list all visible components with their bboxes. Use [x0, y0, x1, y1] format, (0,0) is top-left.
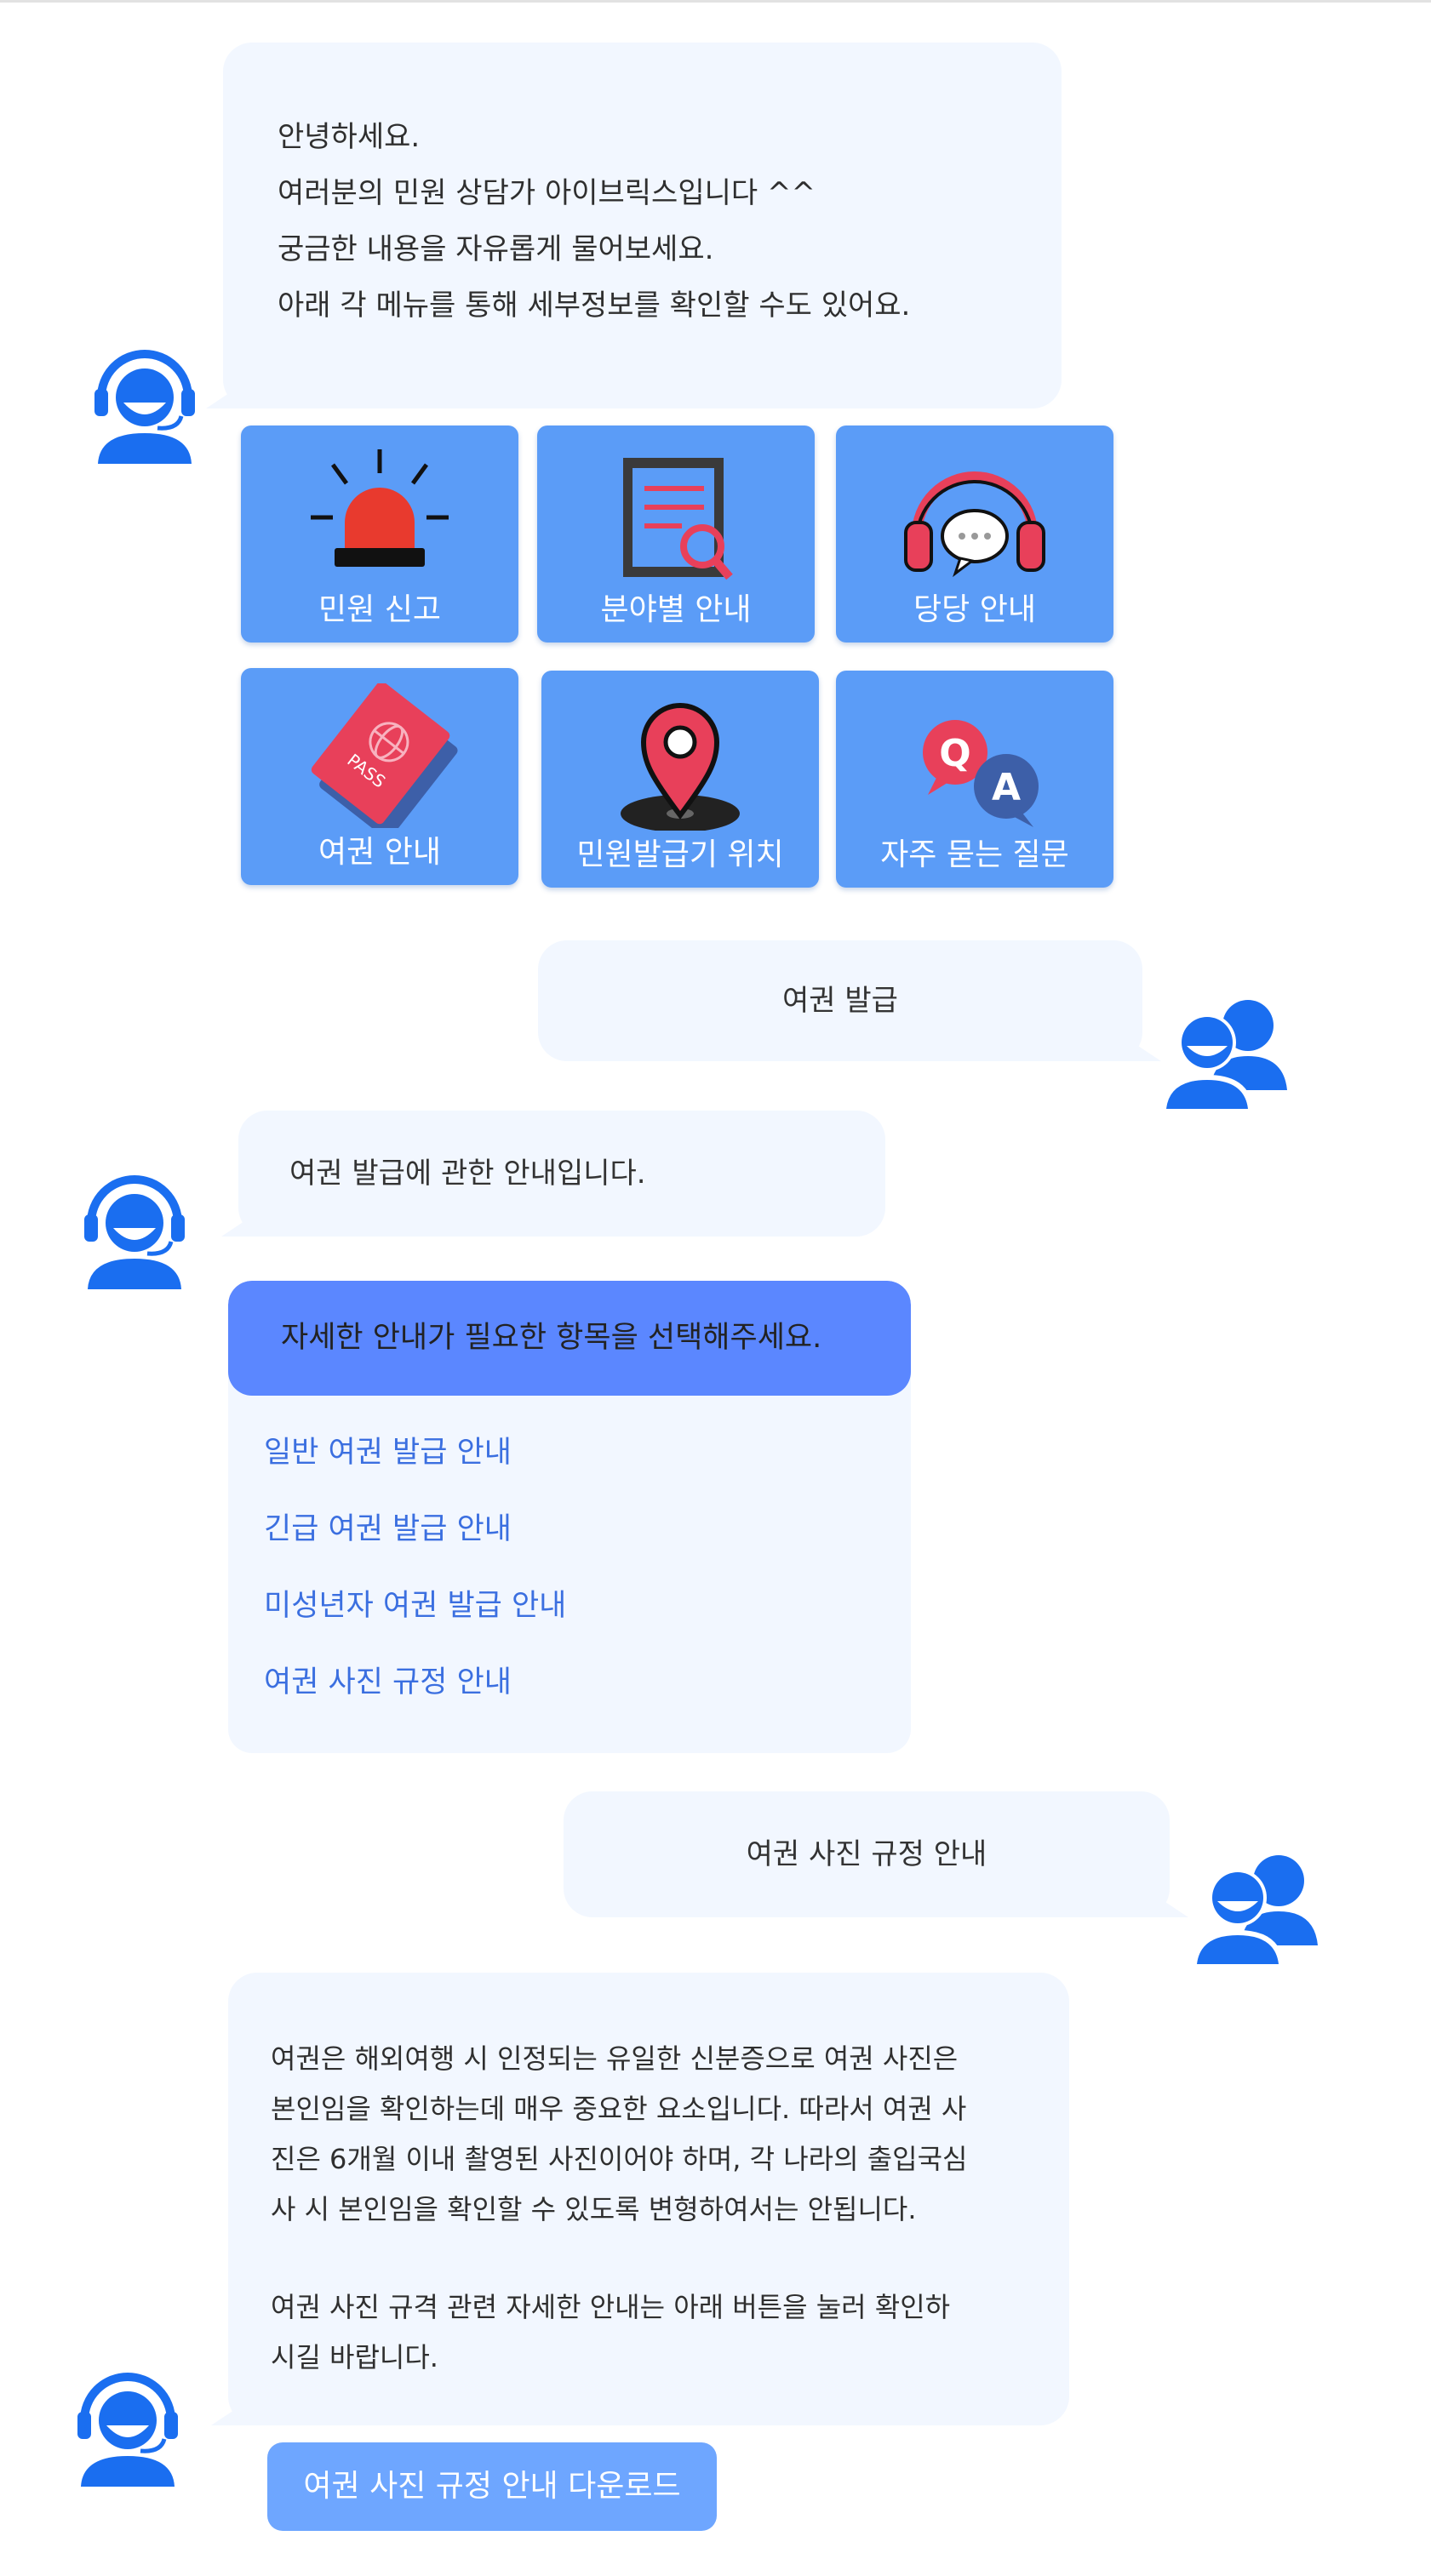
agent-avatar-icon	[84, 1175, 185, 1289]
option-minor-passport[interactable]: 미성년자 여권 발급 안내	[228, 1568, 911, 1644]
greeting-line: 안녕하세요.	[278, 120, 421, 154]
menu-tile-faq[interactable]: Q A 자주 묻는 질문	[836, 671, 1113, 888]
option-photo-rules[interactable]: 여권 사진 규정 안내	[228, 1644, 911, 1721]
document-search-icon	[623, 458, 733, 580]
qa-bubbles-icon: Q A	[923, 720, 1039, 827]
text-line: 본인임을 확인하는데 매우 중요한 요소입니다. 따라서 여권 사	[271, 2093, 967, 2125]
menu-tile-complaint[interactable]: 민원 신고	[241, 426, 518, 643]
greeting-line: 여러분의 민원 상담가 아이브릭스입니다 ^^	[278, 176, 816, 210]
text-line: 사 시 본인임을 확인할 수 있도록 변형하여서는 안됩니다.	[271, 2193, 917, 2225]
agent-avatar-icon	[77, 2373, 178, 2487]
bot-message-paragraph: 여권은 해외여행 시 인정되는 유일한 신분증으로 여권 사진은 본인임을 확인…	[271, 2034, 1069, 2235]
user-avatar-icon	[1161, 1000, 1287, 1109]
bot-message-bubble: 여권은 해외여행 시 인정되는 유일한 신분증으로 여권 사진은 본인임을 확인…	[228, 1973, 1069, 2425]
menu-tile-kiosk-location[interactable]: 민원발급기 위치	[541, 671, 819, 888]
map-pin-icon	[621, 703, 740, 831]
greeting-line: 아래 각 메뉴를 통해 세부정보를 확인할 수도 있어요.	[278, 288, 911, 323]
greeting-line: 궁금한 내용을 자유롭게 물어보세요.	[278, 232, 714, 266]
bot-message-paragraph: 여권 사진 규격 관련 자세한 안내는 아래 버튼을 눌러 확인하 시길 바랍니…	[271, 2282, 1069, 2383]
menu-tile-staff-guide[interactable]: 당당 안내	[836, 426, 1113, 643]
user-message-bubble: 여권 발급	[538, 940, 1142, 1061]
siren-icon	[311, 449, 449, 567]
options-header: 자세한 안내가 필요한 항목을 선택해주세요.	[228, 1281, 911, 1396]
user-message-text: 여권 사진 규정 안내	[746, 1837, 987, 1871]
tile-label: 민원 신고	[318, 592, 441, 627]
text-line: 진은 6개월 이내 촬영된 사진이어야 하며, 각 나라의 출입국심	[271, 2143, 968, 2175]
options-card: 자세한 안내가 필요한 항목을 선택해주세요. 일반 여권 발급 안내 긴급 여…	[228, 1281, 911, 1753]
tile-label: 분야별 안내	[600, 592, 752, 627]
tile-label: 자주 묻는 질문	[880, 837, 1069, 872]
text-line: 여권 사진 규격 관련 자세한 안내는 아래 버튼을 눌러 확인하	[271, 2291, 951, 2323]
headset-chat-icon	[904, 471, 1045, 578]
bot-message-bubble: 여권 발급에 관한 안내입니다.	[238, 1111, 885, 1237]
svg-text:Q: Q	[939, 732, 970, 775]
menu-tile-passport-guide[interactable]: PASS 여권 안내	[241, 668, 518, 885]
passport-icon: PASS	[311, 683, 458, 828]
option-general-passport[interactable]: 일반 여권 발급 안내	[228, 1414, 911, 1491]
download-photo-rules-button[interactable]: 여권 사진 규정 안내 다운로드	[267, 2442, 717, 2531]
option-urgent-passport[interactable]: 긴급 여권 발급 안내	[228, 1491, 911, 1568]
user-message-text: 여권 발급	[782, 984, 898, 1018]
tile-label: 민원발급기 위치	[576, 837, 784, 872]
text-line: 여권은 해외여행 시 인정되는 유일한 신분증으로 여권 사진은	[271, 2042, 959, 2075]
user-message-bubble: 여권 사진 규정 안내	[564, 1791, 1170, 1917]
top-divider	[0, 0, 1431, 3]
tile-label: 당당 안내	[913, 592, 1036, 627]
menu-tile-category-guide[interactable]: 분야별 안내	[537, 426, 815, 643]
bot-message-text: 여권 발급에 관한 안내입니다.	[289, 1157, 646, 1191]
svg-text:A: A	[992, 766, 1021, 809]
bot-greeting-bubble: 안녕하세요. 여러분의 민원 상담가 아이브릭스입니다 ^^ 궁금한 내용을 자…	[223, 43, 1062, 408]
user-avatar-icon	[1192, 1855, 1318, 1964]
agent-avatar-icon	[94, 350, 195, 464]
text-line: 시길 바랍니다.	[271, 2341, 438, 2373]
tile-label: 여권 안내	[318, 835, 441, 870]
